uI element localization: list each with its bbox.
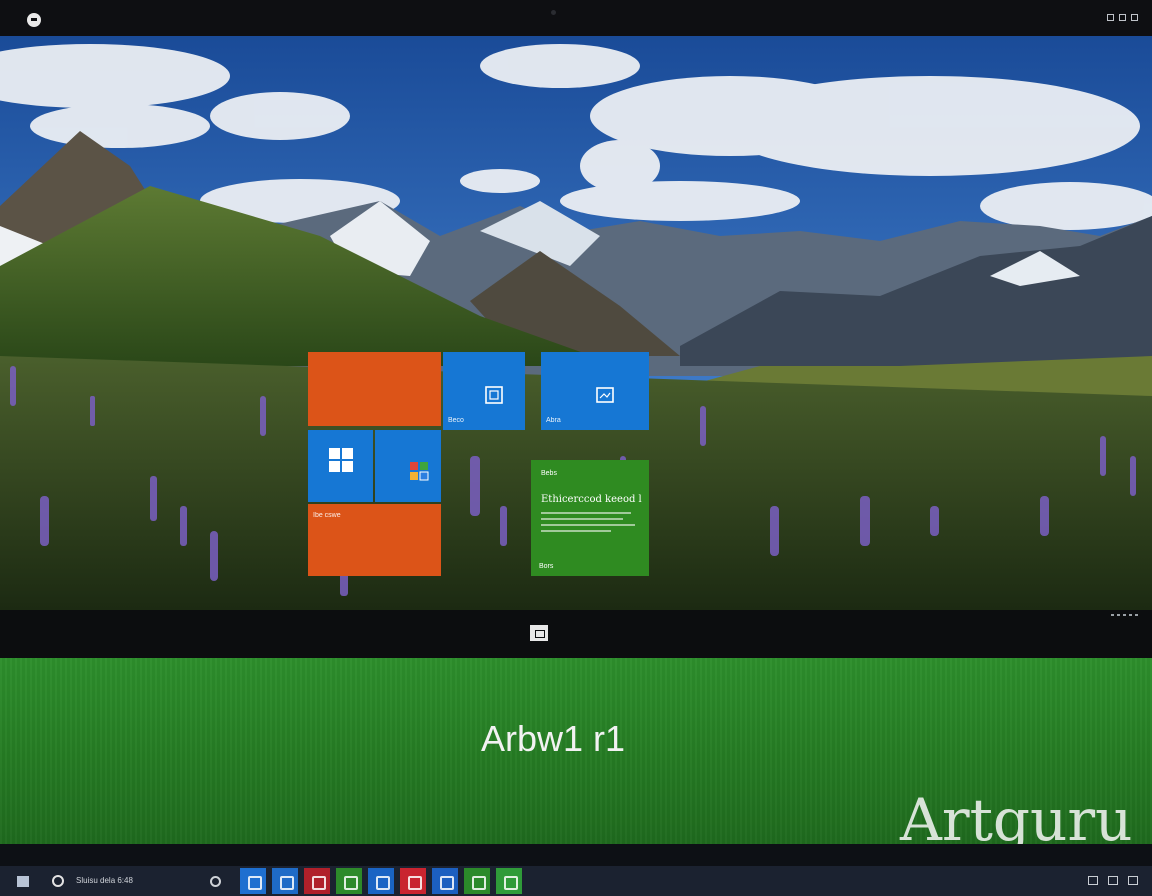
network-icon[interactable]	[1088, 876, 1098, 885]
tile-heading: Ethicerccod keeod l	[541, 494, 642, 505]
text-line	[541, 518, 623, 520]
search-label[interactable]: Sluisu dela 6:48	[76, 876, 133, 885]
window-icon[interactable]	[1119, 14, 1126, 21]
text-line	[541, 524, 635, 526]
edge-icon[interactable]	[240, 868, 266, 894]
watermark-logo: Artguru	[900, 786, 1133, 844]
window-icon[interactable]	[1107, 14, 1114, 21]
volume-icon[interactable]	[1108, 876, 1118, 885]
pinned-apps	[240, 868, 522, 894]
indicator-dots	[1111, 614, 1138, 616]
tile-footer: Bors	[539, 563, 554, 570]
media-icon[interactable]	[304, 868, 330, 894]
cortana-icon[interactable]	[210, 876, 221, 887]
window-thumbnail-icon[interactable]	[530, 625, 548, 641]
file-explorer-icon[interactable]	[272, 868, 298, 894]
tile-label: Ibe cswe	[313, 512, 341, 519]
center-caption: Arbw1 r1	[481, 718, 626, 759]
spreadsheet-icon[interactable]	[464, 868, 490, 894]
start-button[interactable]	[17, 876, 29, 887]
top-tray	[1107, 14, 1138, 21]
camera-icon	[551, 10, 556, 15]
system-tray	[1088, 876, 1138, 885]
taskbar: Sluisu dela 6:48	[0, 844, 1152, 896]
tile-title: Bebs	[541, 470, 557, 477]
tile-label: Abra	[546, 417, 561, 424]
windows-logo-icon	[328, 448, 353, 473]
tile-orange-top[interactable]	[308, 352, 441, 426]
tile-news[interactable]: Bebs Ethicerccod keeod l Bors	[531, 460, 649, 576]
green-s-icon[interactable]	[496, 868, 522, 894]
green-g-icon[interactable]	[336, 868, 362, 894]
screen-divider	[0, 610, 1152, 658]
tile-orange-bottom[interactable]: Ibe cswe	[308, 504, 441, 576]
lower-screen: Arbw1 r1 Artguru	[0, 658, 1152, 844]
tile-windows[interactable]	[308, 430, 373, 502]
notification-icon[interactable]	[1128, 876, 1138, 885]
text-line	[541, 530, 611, 532]
word-icon[interactable]	[432, 868, 458, 894]
top-bezel	[0, 0, 1152, 36]
window-icon[interactable]	[1131, 14, 1138, 21]
tile-store[interactable]	[375, 430, 441, 502]
app-icon[interactable]	[27, 13, 41, 27]
tile-photos[interactable]: Beco	[443, 352, 525, 430]
search-icon[interactable]	[52, 875, 64, 887]
tile-photo-frame[interactable]: Abra	[541, 352, 649, 430]
folder-icon[interactable]	[368, 868, 394, 894]
desktop-wallpaper: Beco Abra Ibe cswe Bebs Ethicerccod keeo…	[0, 36, 1152, 610]
text-line	[541, 512, 631, 514]
red-app-icon[interactable]	[400, 868, 426, 894]
tile-label: Beco	[448, 417, 464, 424]
